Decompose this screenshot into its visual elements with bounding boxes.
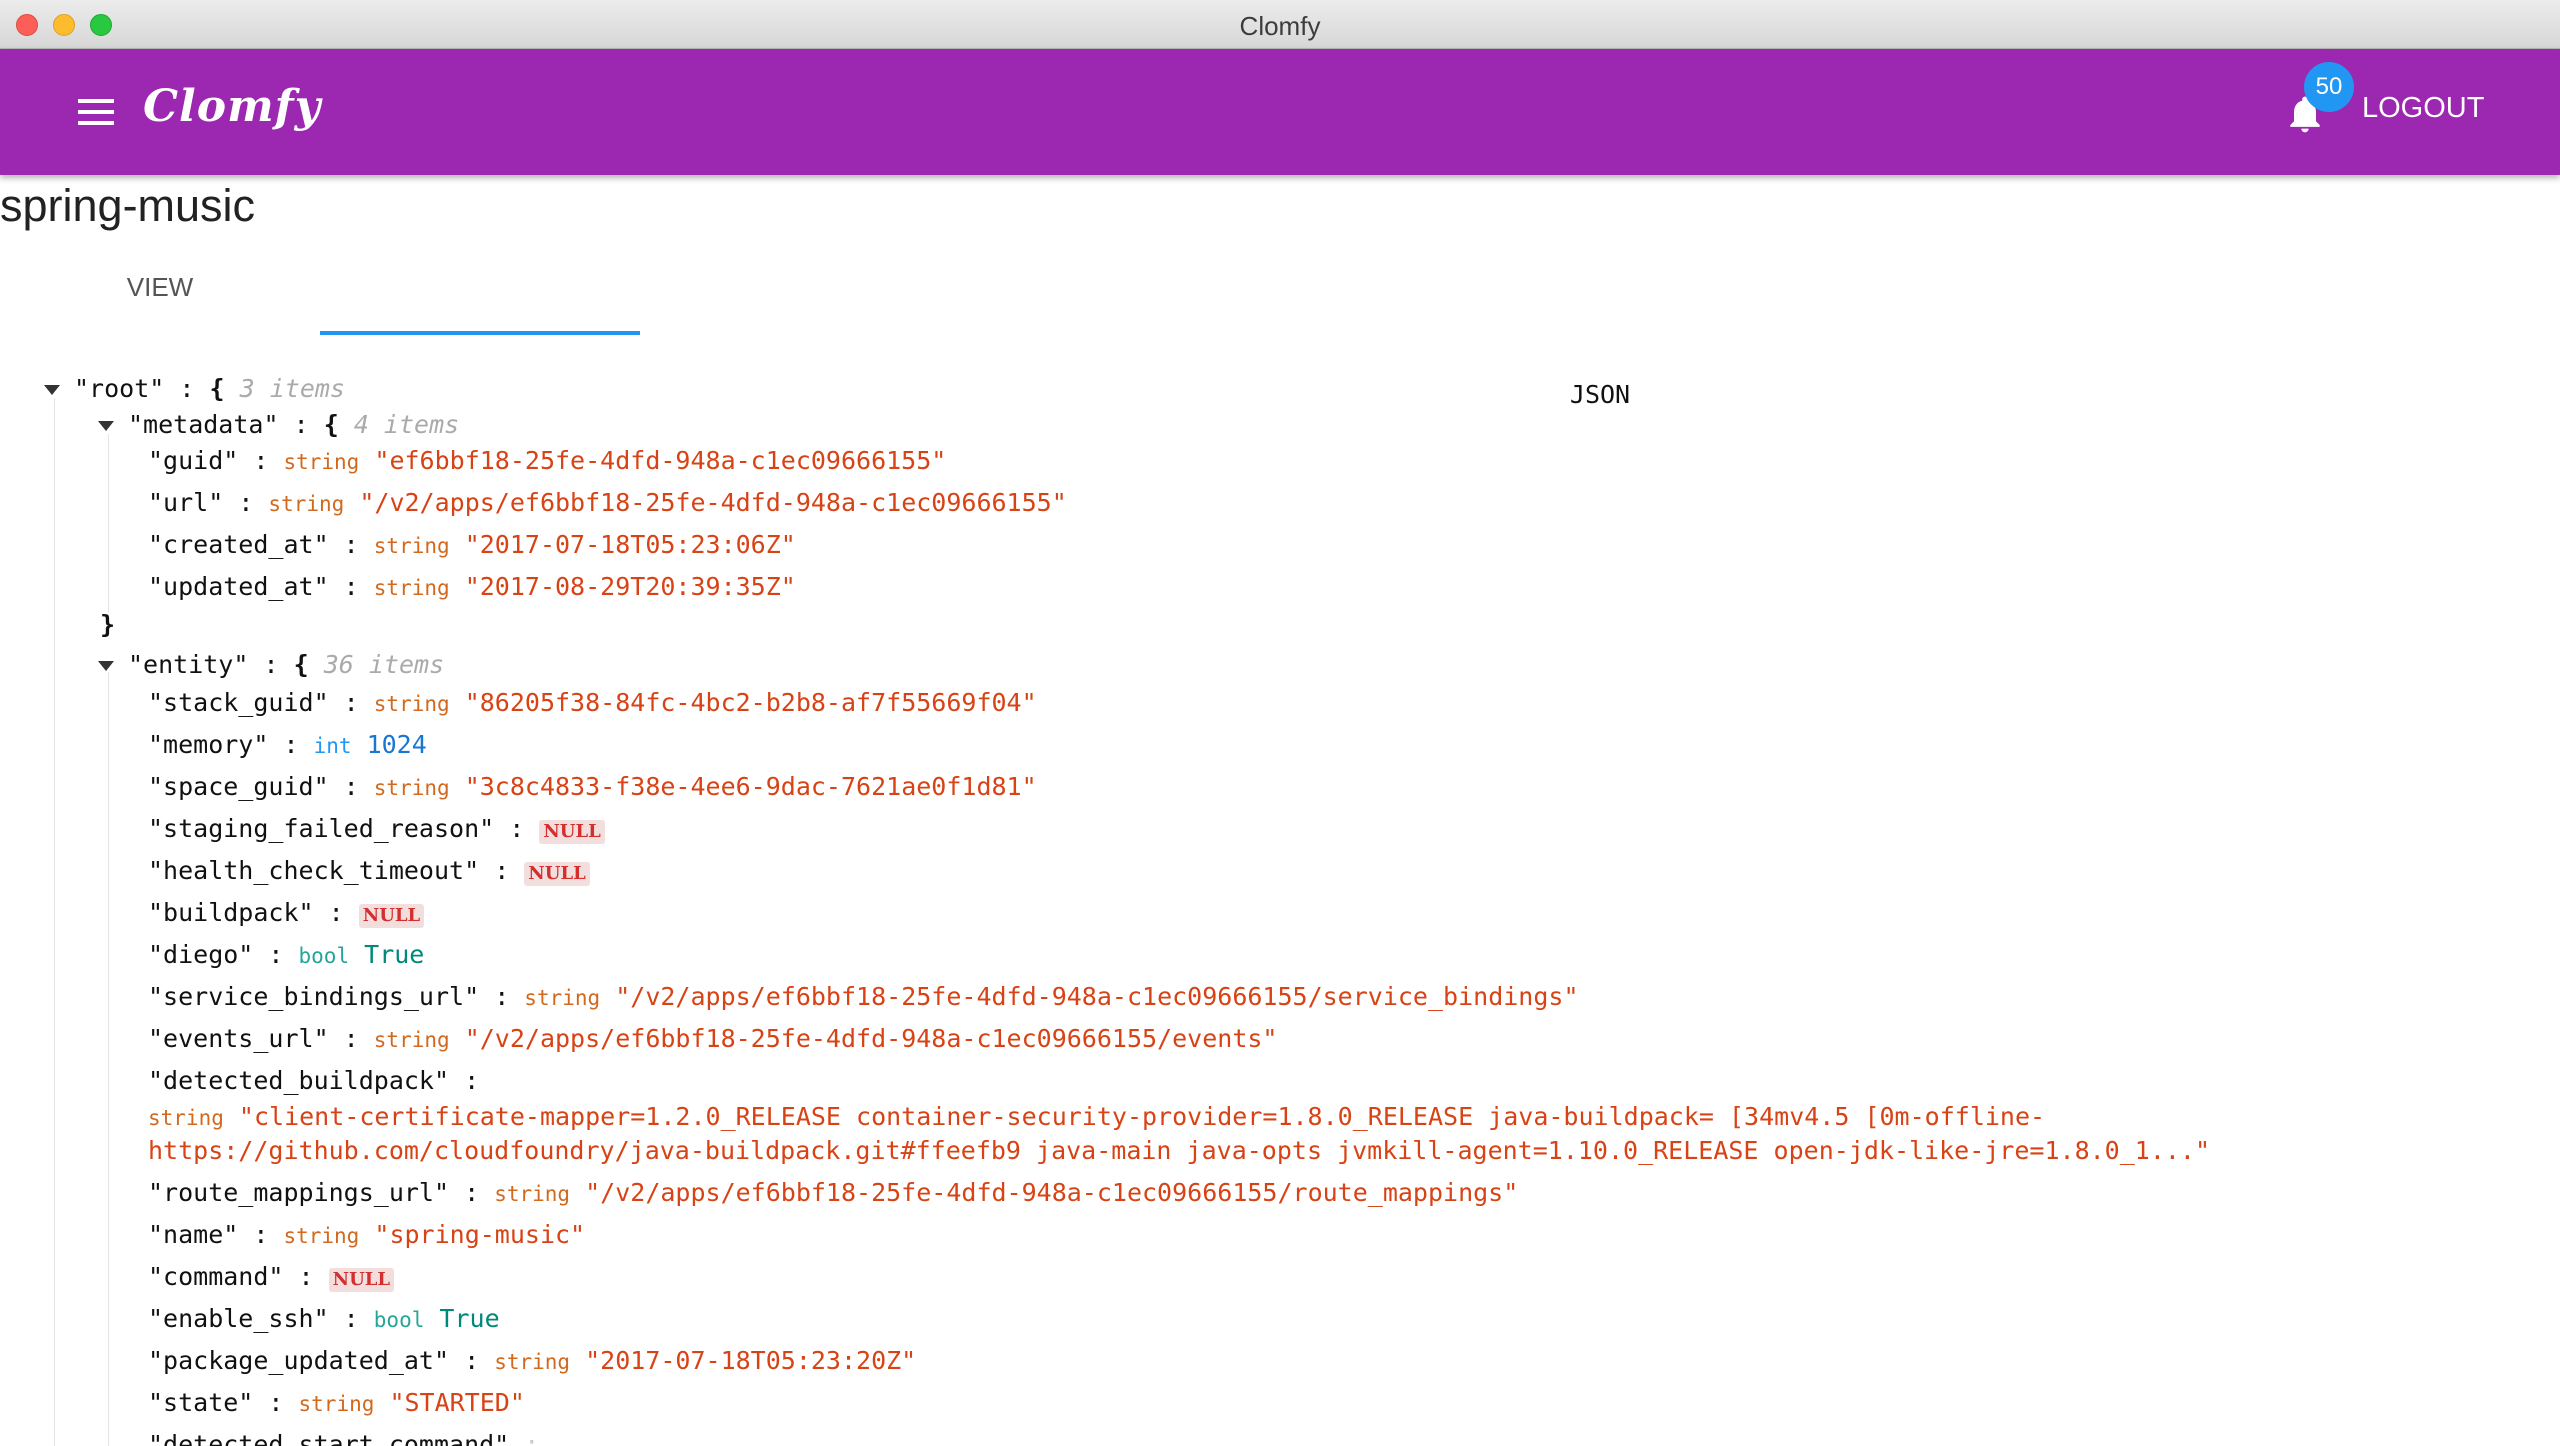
- json-field: "buildpack" : NULL: [148, 898, 425, 928]
- collapse-entity-toggle[interactable]: [98, 661, 114, 671]
- json-field: "detected_buildpack" :: [148, 1066, 480, 1095]
- json-field: "name" : string "spring-music": [148, 1220, 586, 1249]
- active-tab-indicator: [320, 331, 640, 335]
- json-field: "health_check_timeout" : NULL: [148, 856, 590, 886]
- json-close-brace: }: [100, 610, 116, 639]
- tab-view[interactable]: VIEW: [0, 262, 320, 334]
- json-field: "events_url" : string "/v2/apps/ef6bbf18…: [148, 1024, 1278, 1053]
- null-badge: NULL: [524, 862, 590, 886]
- item-count: 4 items: [353, 410, 460, 439]
- json-field: "memory" : int 1024: [148, 730, 427, 759]
- menu-icon[interactable]: [78, 99, 114, 125]
- json-field: "enable_ssh" : bool True: [148, 1304, 500, 1333]
- json-field: "package_updated_at" : string "2017-07-1…: [148, 1346, 917, 1375]
- json-field: "diego" : bool True: [148, 940, 425, 969]
- logout-button[interactable]: LOGOUT: [2362, 92, 2484, 125]
- json-field: "stack_guid" : string "86205f38-84fc-4bc…: [148, 688, 1037, 717]
- json-field: "state" : string "STARTED": [148, 1388, 525, 1417]
- json-field: "url" : string "/v2/apps/ef6bbf18-25fe-4…: [148, 488, 1067, 517]
- collapse-root-toggle[interactable]: [44, 385, 60, 395]
- json-field: "service_bindings_url" : string "/v2/app…: [148, 982, 1579, 1011]
- json-root-line: "root" : { 3 items: [74, 374, 345, 403]
- json-field: "updated_at" : string "2017-08-29T20:39:…: [148, 572, 796, 601]
- item-count: 3 items: [239, 374, 345, 403]
- json-field: "staging_failed_reason" : NULL: [148, 814, 605, 844]
- app-bar: Clomfy: [0, 49, 2560, 175]
- window-title: Clomfy: [1239, 11, 1321, 41]
- json-field: "created_at" : string "2017-07-18T05:23:…: [148, 530, 796, 559]
- json-field-value: https://github.com/cloudfoundry/java-bui…: [148, 1136, 2211, 1165]
- json-field-value: string "client-certificate-mapper=1.2.0_…: [148, 1102, 2046, 1131]
- item-count: 36 items: [323, 650, 445, 679]
- null-badge: NULL: [358, 904, 425, 928]
- json-field: "command" : NULL: [148, 1262, 395, 1292]
- json-field: "guid" : string "ef6bbf18-25fe-4dfd-948a…: [148, 446, 947, 475]
- app-window: Clomfy Clomfy 50 LOGOUT spring-music VIE…: [0, 0, 2560, 1446]
- json-field: "space_guid" : string "3c8c4833-f38e-4ee…: [148, 772, 1037, 801]
- json-viewer: "root" : { 3 items "metadata" : { 4 item…: [0, 370, 2560, 1446]
- json-field: "route_mappings_url" : string "/v2/apps/…: [148, 1178, 1519, 1207]
- brand-logo[interactable]: Clomfy: [143, 81, 321, 132]
- collapse-metadata-toggle[interactable]: [98, 421, 114, 431]
- scroll-fade: [520, 1390, 2020, 1446]
- notification-badge[interactable]: 50: [2304, 62, 2354, 112]
- json-metadata-line: "metadata" : { 4 items: [128, 410, 460, 439]
- json-entity-line: "entity" : { 36 items: [128, 650, 445, 679]
- null-badge: NULL: [328, 1268, 395, 1292]
- page-title: spring-music: [0, 180, 256, 231]
- json-field: "detected_start_command" :: [148, 1430, 539, 1446]
- null-badge: NULL: [539, 820, 605, 844]
- title-bar: Clomfy: [0, 0, 2560, 49]
- json-key: "root": [74, 374, 165, 403]
